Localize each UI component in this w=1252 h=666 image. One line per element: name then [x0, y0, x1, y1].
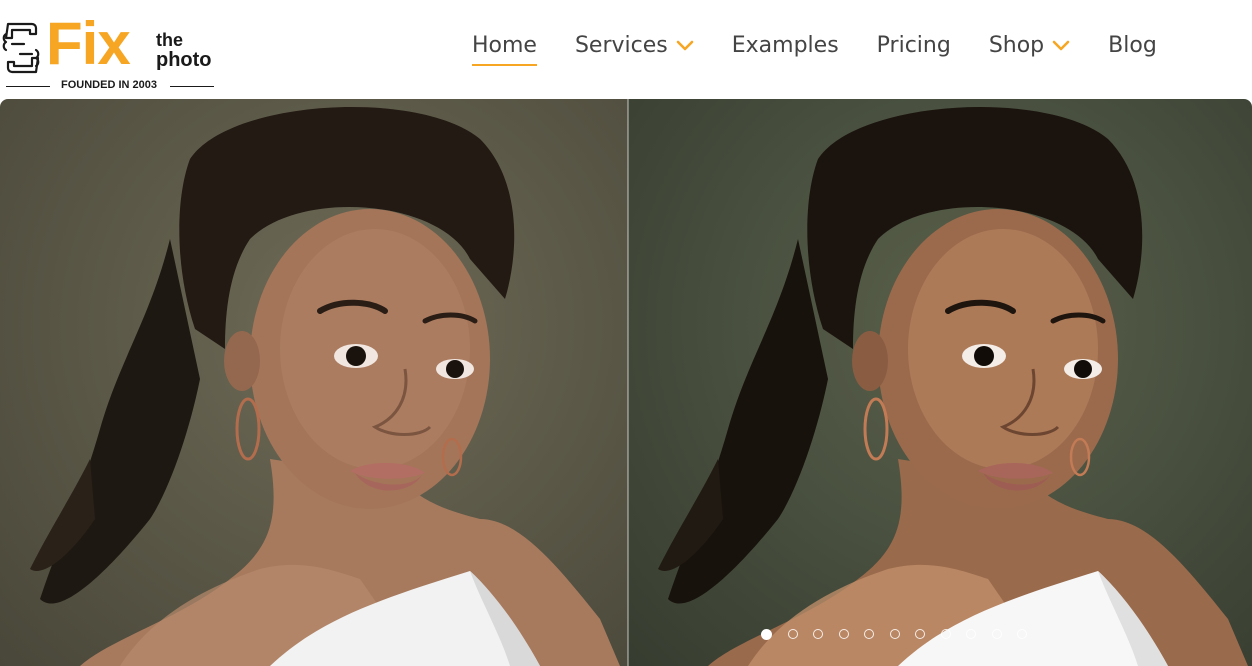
- nav-item-label: Home: [472, 32, 537, 58]
- nav-item-examples[interactable]: Examples: [732, 28, 839, 62]
- portrait-illustration-before: [30, 106, 620, 666]
- portrait-illustration-after: [658, 106, 1248, 666]
- logo-the-text: the: [156, 30, 183, 50]
- pagination-dot[interactable]: [838, 629, 849, 639]
- pagination-dot[interactable]: [940, 629, 951, 639]
- slider-pagination: [761, 629, 1043, 640]
- hands-frame-icon: [2, 22, 40, 74]
- nav-item-label: Blog: [1108, 32, 1157, 58]
- before-after-divider[interactable]: [627, 99, 629, 666]
- pagination-dot[interactable]: [813, 629, 823, 639]
- nav-item-home[interactable]: Home: [472, 28, 537, 66]
- site-header: Fix the photo FOUNDED IN 2003 Home Servi…: [0, 0, 1252, 99]
- nav-item-label: Pricing: [876, 32, 951, 58]
- nav-item-shop[interactable]: Shop: [989, 28, 1070, 62]
- logo-founded-text: FOUNDED IN 2003: [2, 78, 216, 92]
- pagination-dot[interactable]: [915, 629, 925, 639]
- logo-photo-text: photo: [156, 49, 212, 71]
- pagination-dot[interactable]: [991, 629, 1002, 639]
- before-after-slider[interactable]: [0, 99, 1252, 666]
- nav-item-label: Services: [574, 32, 668, 58]
- before-image: [0, 99, 628, 666]
- pagination-dot[interactable]: [787, 629, 798, 639]
- pagination-dot[interactable]: [761, 629, 772, 640]
- after-image: [628, 99, 1252, 666]
- logo-fix-text: Fix: [46, 10, 131, 77]
- fixthephoto-logo[interactable]: Fix the photo FOUNDED IN 2003: [2, 12, 216, 94]
- chevron-down-icon: [676, 40, 694, 51]
- nav-item-pricing[interactable]: Pricing: [877, 28, 951, 62]
- main-nav: Home Services Examples Pricing Shop Blog: [472, 28, 1195, 68]
- nav-item-services[interactable]: Services: [575, 28, 694, 62]
- pagination-dot[interactable]: [889, 629, 900, 639]
- pagination-dot[interactable]: [864, 629, 874, 639]
- nav-item-label: Shop: [988, 32, 1045, 58]
- pagination-dot[interactable]: [966, 629, 976, 639]
- nav-item-blog[interactable]: Blog: [1108, 28, 1157, 62]
- pagination-dot[interactable]: [1017, 629, 1027, 639]
- nav-item-label: Examples: [731, 32, 839, 58]
- chevron-down-icon: [1052, 40, 1070, 51]
